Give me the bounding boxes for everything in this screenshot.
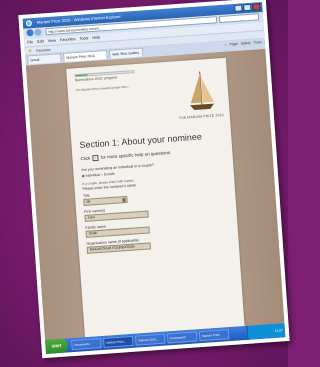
help-icon[interactable]: ? xyxy=(92,154,99,162)
tool-page[interactable]: Page xyxy=(229,42,237,47)
search-input[interactable] xyxy=(218,13,260,24)
start-button[interactable]: start xyxy=(45,338,68,354)
home-icon[interactable]: ⌂ xyxy=(224,43,226,47)
title-value: Mr xyxy=(86,199,91,204)
option-couple-label: Couple xyxy=(103,171,115,177)
help-text-before: Click xyxy=(80,155,91,162)
tool-tools[interactable]: Tools xyxy=(253,40,261,45)
survey-page: Nominations 2010: progress The Mariam Pr… xyxy=(66,57,245,338)
window-controls xyxy=(234,3,261,12)
photo-frame: Mariam Prize 2010 - Windows Internet Exp… xyxy=(18,0,290,359)
help-text-after: for more specific help on questions. xyxy=(100,149,172,160)
minimize-button[interactable] xyxy=(234,4,243,12)
progress-fill xyxy=(75,74,88,77)
command-bar: ⌂ Page Safety Tools xyxy=(224,40,262,47)
option-individual-label: Individual xyxy=(85,172,101,178)
taskbar-item-mariam-prize[interactable]: Mariam Prize xyxy=(198,329,230,342)
sailboat-logo xyxy=(190,71,214,111)
section-title: Section 1: About your nominee xyxy=(79,131,203,151)
nominee-type-options: ◉ Individual ○ Couple xyxy=(82,172,115,178)
monitor-screen: Mariam Prize 2010 - Windows Internet Exp… xyxy=(22,2,286,354)
taskbar-item-browser[interactable]: Mariam Prize... xyxy=(103,335,134,348)
tool-safety[interactable]: Safety xyxy=(241,41,251,46)
help-line: Click ? for more specific help on questi… xyxy=(80,150,171,162)
internet-explorer-icon xyxy=(25,20,33,27)
system-tray: 11:07 xyxy=(246,323,286,340)
clock: 11:07 xyxy=(274,328,284,333)
intro-text: The Mariam Prize rewards people who... xyxy=(75,84,130,93)
chevron-down-icon[interactable] xyxy=(122,198,126,203)
nominee-type-question: Are you nominating an individual or a co… xyxy=(81,162,154,173)
back-button[interactable] xyxy=(26,29,34,37)
taskbar-item-documents[interactable]: Documents xyxy=(71,338,102,351)
maximize-button[interactable] xyxy=(243,3,252,12)
title-label: Title xyxy=(82,193,90,198)
browser-viewport: Nominations 2010: progress The Mariam Pr… xyxy=(25,48,285,340)
forward-button[interactable] xyxy=(34,28,42,36)
taskbar-item-document3[interactable]: Document3 xyxy=(166,331,198,344)
close-button[interactable] xyxy=(252,3,261,11)
taskbar-item-mariam[interactable]: Mariam 2010... xyxy=(134,333,166,346)
radio-individual[interactable]: ◉ xyxy=(82,174,85,178)
